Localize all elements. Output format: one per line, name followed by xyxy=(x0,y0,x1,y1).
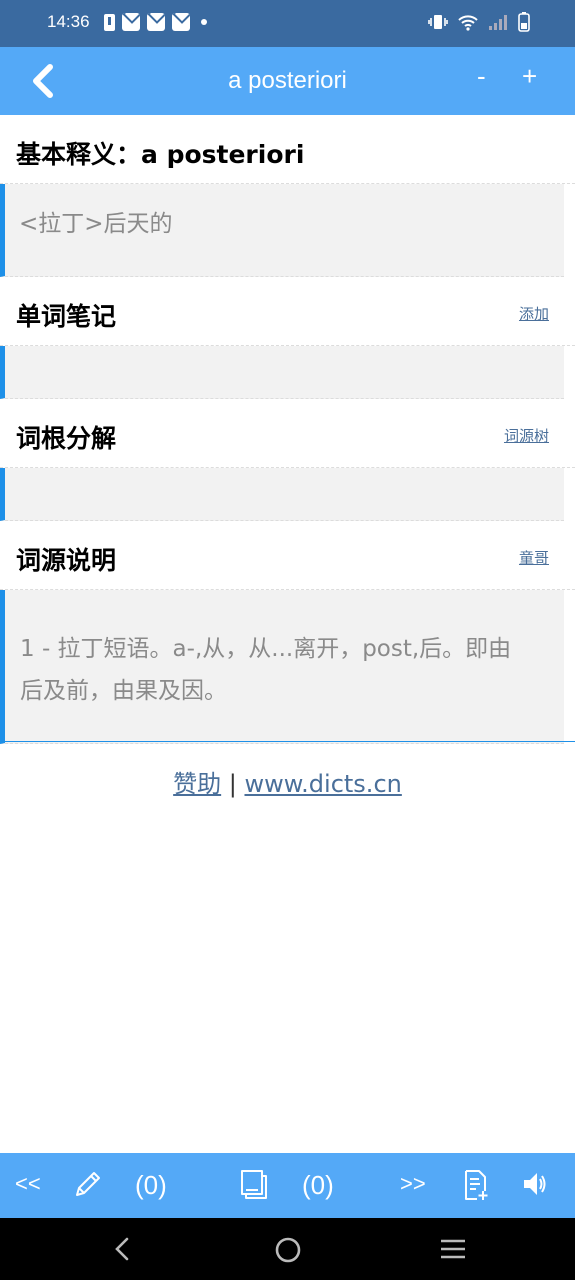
app-header: a posteriori - + xyxy=(0,47,575,115)
etymology-title: 词源说明 xyxy=(16,546,117,575)
roots-header: 词根分解 词源树 xyxy=(0,399,575,468)
etymology-text: 1 - 拉丁短语。a-,从，从...离开，post,后。即由后及前，由果及因。 xyxy=(0,590,564,744)
notes-header: 单词笔记 添加 xyxy=(0,277,575,346)
signal-icon xyxy=(489,15,507,30)
mail-icon xyxy=(147,13,165,31)
system-nav-bar xyxy=(0,1218,575,1280)
vibrate-icon xyxy=(428,15,448,29)
etymology-header: 词源说明 童哥 xyxy=(0,521,575,590)
home-nav-icon[interactable] xyxy=(274,1236,302,1264)
definition-text: <拉丁>后天的 xyxy=(0,184,564,277)
notes-title: 单词笔记 xyxy=(16,302,117,331)
status-time: 14:36 xyxy=(47,12,90,31)
alert-icon xyxy=(104,13,115,31)
back-nav-icon[interactable] xyxy=(110,1236,134,1262)
system-icons xyxy=(428,12,530,32)
mail-icon xyxy=(172,13,190,31)
page-title: a posteriori xyxy=(228,67,347,94)
note-count: (0) xyxy=(135,1170,167,1200)
speaker-icon[interactable] xyxy=(522,1170,548,1198)
roots-body xyxy=(0,468,564,521)
footer-links: 赞助 | www.dicts.cn xyxy=(0,764,575,799)
bottom-toolbar: << (0) (0) >> xyxy=(0,1153,575,1218)
definition-header: 基本释义：a posteriori xyxy=(0,115,575,184)
content-divider xyxy=(0,741,575,742)
etymology-tree-link[interactable]: 词源树 xyxy=(504,425,549,446)
zoom-out-button[interactable]: - xyxy=(477,61,486,92)
zoom-in-button[interactable]: + xyxy=(522,61,537,92)
pencil-icon[interactable] xyxy=(72,1168,104,1200)
wifi-icon xyxy=(458,15,478,31)
site-link[interactable]: www.dicts.cn xyxy=(244,770,401,798)
more-notifications-icon xyxy=(201,19,207,25)
menu-nav-icon[interactable] xyxy=(439,1237,467,1261)
battery-icon xyxy=(518,12,530,32)
roots-title: 词根分解 xyxy=(16,424,117,453)
mail-icon xyxy=(122,13,140,31)
author-link[interactable]: 童哥 xyxy=(519,547,549,568)
wordbook-icon[interactable] xyxy=(238,1168,270,1200)
document-add-icon[interactable] xyxy=(463,1169,489,1201)
prev-word-button[interactable]: << xyxy=(15,1171,41,1197)
next-word-button[interactable]: >> xyxy=(400,1171,426,1197)
notification-icons xyxy=(104,13,207,31)
footer-separator: | xyxy=(221,770,245,798)
add-note-link[interactable]: 添加 xyxy=(519,303,549,324)
notes-body xyxy=(0,346,564,399)
status-bar: 14:36 xyxy=(0,0,575,47)
definition-title: 基本释义：a posteriori xyxy=(16,140,305,169)
sponsor-link[interactable]: 赞助 xyxy=(173,770,221,798)
word-content: 基本释义：a posteriori <拉丁>后天的 单词笔记 添加 词根分解 词… xyxy=(0,115,575,744)
book-count: (0) xyxy=(302,1170,334,1200)
